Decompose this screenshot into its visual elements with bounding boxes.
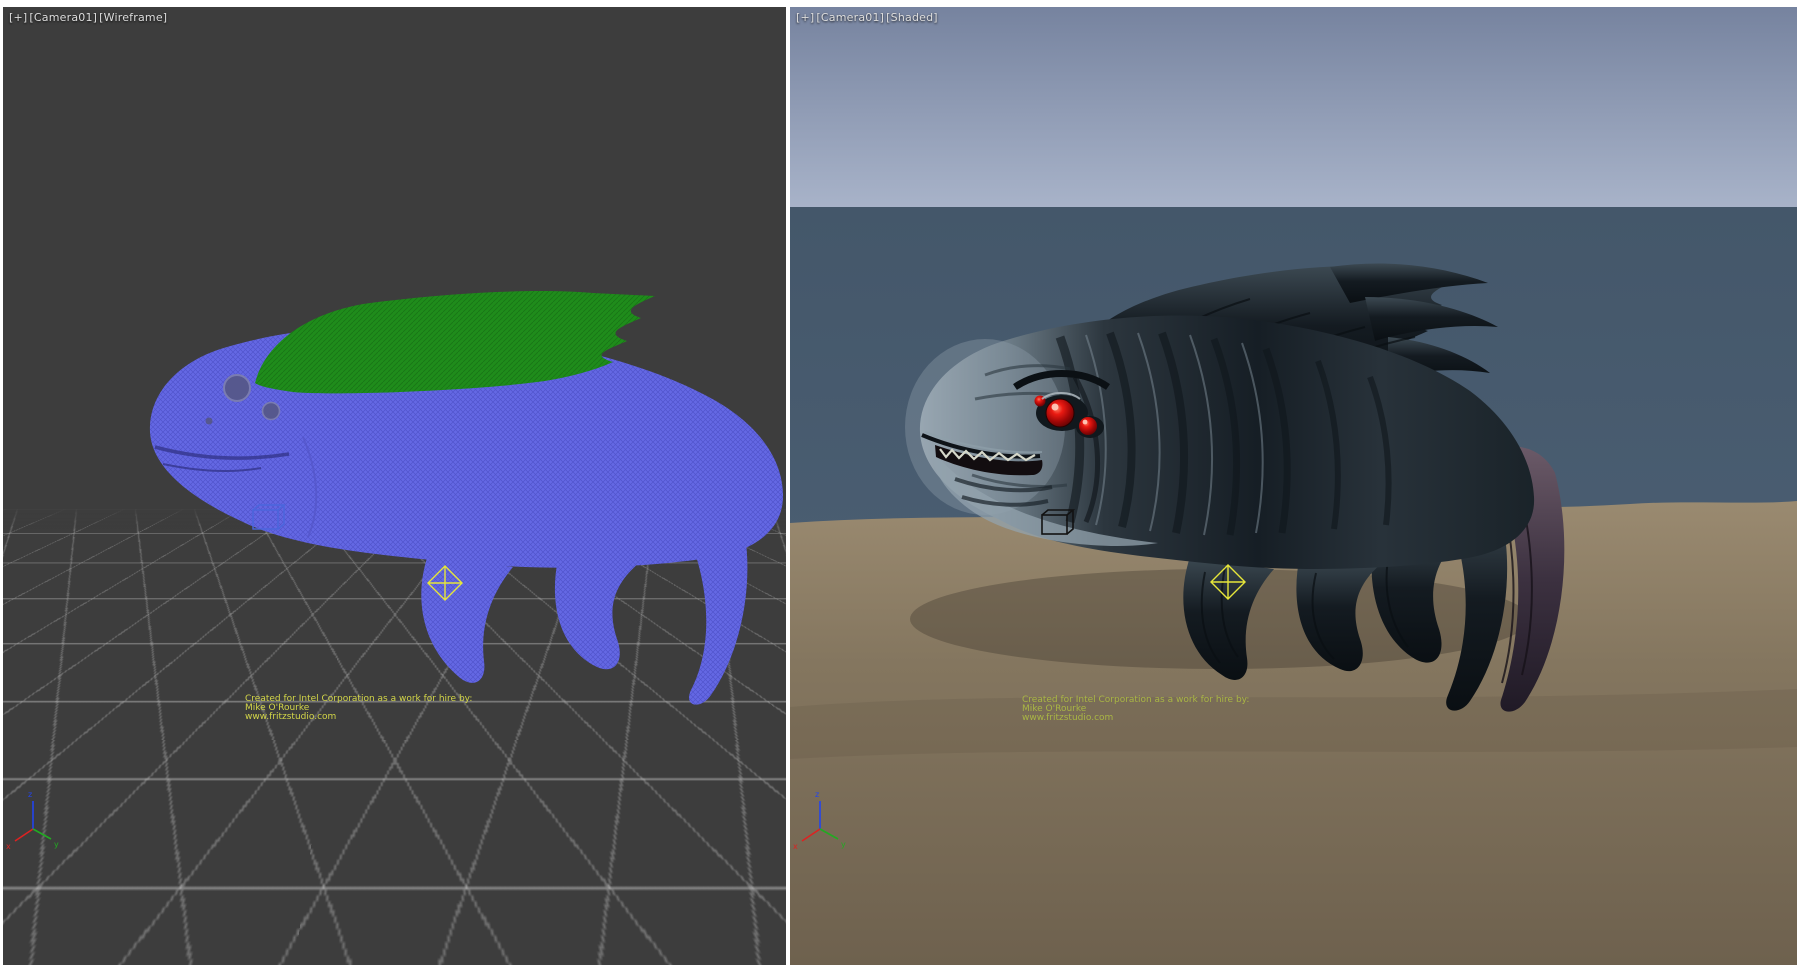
axis-y-label: y: [841, 840, 846, 849]
sand-terrain[interactable]: [790, 501, 1797, 965]
world-axis-icon: z x y: [6, 790, 59, 851]
fish-eye-small: [263, 403, 280, 420]
watermark-line3: www.fritzstudio.com: [1022, 714, 1249, 723]
fish-front-fin[interactable]: [421, 555, 513, 683]
watermark-line3: www.fritzstudio.com: [245, 713, 472, 722]
fish-mid-fin[interactable]: [555, 559, 639, 669]
viewport-menu-button[interactable]: [+]: [9, 11, 27, 24]
axis-y-label: y: [54, 840, 59, 849]
fish-eye-red-small: [1079, 417, 1097, 435]
viewport-label: [+][Camera01][Shaded]: [796, 11, 940, 24]
viewport-shading-label[interactable]: [Shaded]: [886, 11, 938, 24]
fish-eye: [224, 375, 250, 401]
fish-eye-red: [1046, 399, 1074, 427]
watermark-text: Created for Intel Corporation as a work …: [1022, 696, 1249, 723]
viewport-label: [+][Camera01][Wireframe]: [9, 11, 169, 24]
axis-z-label: z: [815, 790, 819, 799]
axis-x-label: x: [793, 842, 798, 851]
viewport-menu-button[interactable]: [+]: [796, 11, 814, 24]
fish-nostril: [206, 418, 213, 425]
fish-model-wireframe[interactable]: [150, 291, 783, 705]
fish-tail-fin[interactable]: [689, 535, 747, 705]
viewport-shading-label[interactable]: [Wireframe]: [99, 11, 167, 24]
viewport-camera-label[interactable]: [Camera01]: [29, 11, 97, 24]
viewport-wireframe[interactable]: [+][Camera01][Wireframe]: [3, 7, 786, 965]
wireframe-scene: z x y: [3, 7, 786, 965]
viewport-camera-label[interactable]: [Camera01]: [816, 11, 884, 24]
axis-z-label: z: [28, 790, 32, 799]
watermark-text: Created for Intel Corporation as a work …: [245, 695, 472, 722]
viewport-shaded[interactable]: [+][Camera01][Shaded]: [790, 7, 1797, 965]
axis-x-label: x: [6, 842, 11, 851]
application-window: [+][Camera01][Wireframe]: [0, 0, 1800, 978]
shaded-scene: z x y: [790, 7, 1797, 965]
